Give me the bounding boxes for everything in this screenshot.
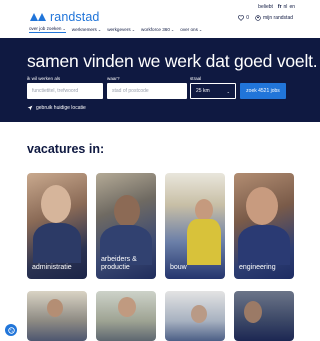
favorites-count: 0 bbox=[246, 15, 249, 21]
logo-text: randstad bbox=[50, 10, 100, 24]
radius-label: straal bbox=[190, 76, 202, 81]
chevron-down-icon: ⌄ bbox=[62, 26, 66, 31]
nav-label: werknemers bbox=[71, 27, 97, 32]
chevron-down-icon: ⌄ bbox=[170, 27, 175, 32]
nav-item-werknemers[interactable]: werknemers ⌄ bbox=[72, 26, 101, 33]
nav-item-werkgevers[interactable]: werkgevers ⌄ bbox=[107, 26, 135, 33]
site-header: randstad beliebt fr nl en 0 mijn randsta… bbox=[0, 0, 320, 38]
cookie-icon bbox=[7, 326, 15, 334]
what-label: ik wil werken als bbox=[27, 76, 61, 81]
language-switcher: fr nl en bbox=[278, 4, 295, 10]
category-card-7[interactable] bbox=[165, 291, 225, 341]
randstad-logo-icon bbox=[30, 13, 46, 21]
randstad-logo[interactable]: randstad bbox=[29, 10, 99, 24]
user-row: 0 mijn randstad bbox=[238, 15, 293, 21]
search-button[interactable]: zoek 4521 jobs bbox=[240, 83, 286, 99]
person-photo bbox=[195, 199, 213, 221]
nav-label: over ons bbox=[180, 27, 198, 32]
location-arrow-icon bbox=[27, 105, 33, 111]
person-photo bbox=[244, 301, 262, 323]
person-photo bbox=[191, 305, 207, 323]
location-placeholder: stad of postcode bbox=[112, 88, 149, 94]
hero-search: samen vinden we werk dat goed voelt. ik … bbox=[0, 38, 320, 122]
person-shoulders bbox=[238, 225, 290, 265]
main-nav: over job zoeken ⌄ werknemers ⌄ werkgevers ⌄… bbox=[29, 26, 202, 33]
nav-label: over job zoeken bbox=[29, 26, 62, 31]
lang-option[interactable]: en bbox=[289, 4, 295, 10]
category-card-6[interactable] bbox=[96, 291, 156, 341]
vacatures-title: vacatures in: bbox=[27, 142, 105, 156]
nav-item-workforce[interactable]: workforce 360 ⌄ bbox=[141, 26, 174, 33]
nav-label: workforce 360 bbox=[141, 27, 170, 32]
favorites-button[interactable]: 0 bbox=[238, 15, 249, 21]
category-card-5[interactable] bbox=[27, 291, 87, 341]
category-card-bouw[interactable]: bouw bbox=[165, 173, 225, 279]
safety-vest bbox=[187, 219, 221, 265]
person-photo bbox=[47, 299, 63, 317]
person-photo bbox=[41, 185, 71, 223]
card-label: arbeiders & productie bbox=[101, 256, 137, 271]
category-card-administratie[interactable]: administratie bbox=[27, 173, 87, 279]
card-label: administratie bbox=[32, 264, 72, 271]
hero-title: samen vinden we werk dat goed voelt. bbox=[27, 51, 318, 71]
lang-option[interactable]: fr bbox=[278, 4, 282, 10]
user-icon bbox=[255, 15, 261, 21]
chevron-down-icon: ⌄ bbox=[97, 27, 102, 32]
card-label: bouw bbox=[170, 264, 187, 271]
location-input[interactable]: stad of postcode bbox=[107, 83, 187, 99]
person-photo bbox=[246, 187, 278, 225]
where-label: waar? bbox=[107, 76, 120, 81]
radius-select[interactable]: 25 km ⌄ bbox=[190, 83, 236, 99]
chevron-down-icon: ⌄ bbox=[226, 88, 230, 94]
nav-item-job-zoeken[interactable]: over job zoeken ⌄ bbox=[29, 26, 66, 33]
use-current-location[interactable]: gebruik huidige locatie bbox=[27, 105, 86, 111]
top-links: beliebt fr nl en bbox=[258, 4, 295, 10]
nav-label: werkgevers bbox=[107, 27, 131, 32]
card-label: engineering bbox=[239, 264, 276, 271]
search-button-label: zoek 4521 jobs bbox=[246, 88, 280, 94]
top-link[interactable]: beliebt bbox=[258, 4, 273, 10]
category-card-engineering[interactable]: engineering bbox=[234, 173, 294, 279]
cookie-settings-button[interactable] bbox=[5, 324, 17, 336]
heart-icon bbox=[238, 15, 245, 21]
lang-option[interactable]: nl bbox=[284, 4, 288, 10]
chevron-down-icon: ⌄ bbox=[198, 27, 203, 32]
account-button[interactable]: mijn randstad bbox=[255, 15, 293, 21]
person-shoulders bbox=[33, 223, 81, 263]
radius-value: 25 km bbox=[196, 88, 210, 94]
person-photo bbox=[118, 297, 136, 317]
location-label: gebruik huidige locatie bbox=[36, 105, 86, 111]
chevron-down-icon: ⌄ bbox=[131, 27, 136, 32]
job-title-input[interactable]: functietitel, trefwoord bbox=[27, 83, 103, 99]
job-title-placeholder: functietitel, trefwoord bbox=[32, 88, 79, 94]
person-photo bbox=[114, 195, 140, 227]
account-label: mijn randstad bbox=[262, 15, 293, 21]
nav-item-over-ons[interactable]: over ons ⌄ bbox=[180, 26, 202, 33]
category-card-8[interactable] bbox=[234, 291, 294, 341]
category-card-arbeiders-productie[interactable]: arbeiders & productie bbox=[96, 173, 156, 279]
